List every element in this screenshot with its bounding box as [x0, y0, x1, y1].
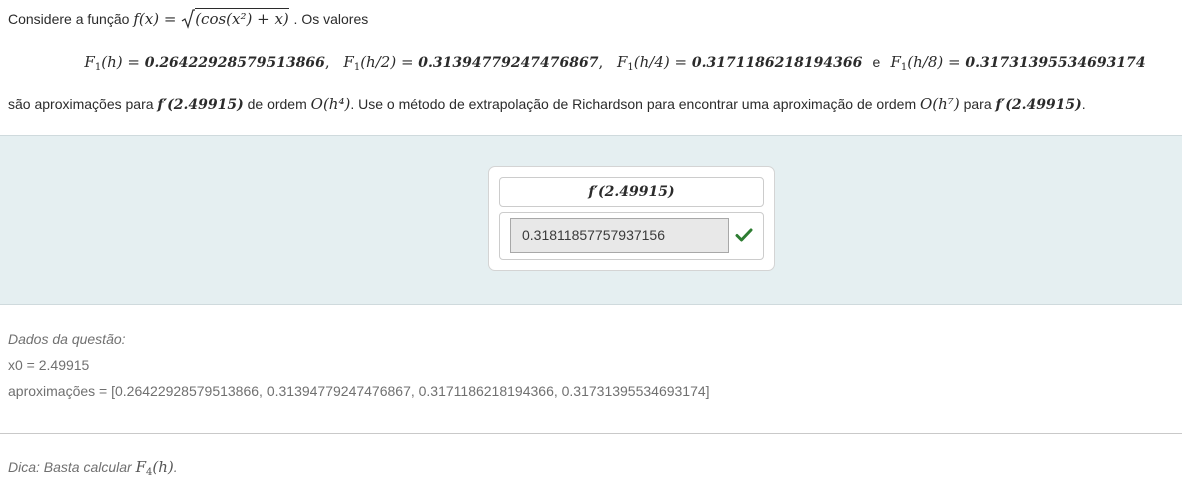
answer-label: f′(2.49915)	[499, 177, 764, 207]
sqrt-symbol	[181, 9, 196, 29]
approximation-values: F1(h) = 0.26422928579513866, F1(h/2) = 0…	[84, 53, 1146, 73]
answer-card: f′(2.49915) 0.31811857757937156	[488, 166, 775, 271]
question-intro: Considere a função f(x) = (cos(x²) + x) …	[8, 8, 369, 29]
question-data: Dados da questão: x0 = 2.49915 aproximaç…	[0, 318, 1182, 418]
answer-input[interactable]: 0.31811857757937156	[510, 218, 729, 253]
function-body: (cos(x²) + x)	[195, 8, 289, 28]
data-approximations: aproximações = [0.26422928579513866, 0.3…	[8, 383, 710, 399]
divider	[0, 433, 1182, 434]
intro-suffix: . Os valores	[293, 11, 369, 27]
approximation-item: F1(h/8) = 0.31731395534693174	[890, 53, 1146, 73]
data-title: Dados da questão:	[8, 331, 126, 347]
function-definition: f(x) = (cos(x²) + x)	[133, 8, 289, 29]
hint: Dica: Basta calcular F4(h).	[8, 458, 178, 478]
question-task: são aproximações para f′(2.49915) de ord…	[8, 95, 1086, 113]
approximation-item: F1(h) = 0.26422928579513866	[84, 53, 325, 73]
question-statement: Considere a função f(x) = (cos(x²) + x) …	[0, 0, 1182, 135]
approximation-item: F1(h/4) = 0.3171186218194366	[616, 53, 863, 73]
order-given: O(h⁴)	[310, 95, 351, 113]
derivative-expression: f′(2.49915)	[995, 97, 1082, 113]
data-x0: x0 = 2.49915	[8, 357, 90, 373]
hint-expression: F4(h)	[135, 458, 174, 478]
answer-input-container: 0.31811857757937156	[499, 212, 764, 260]
conjunction: e	[872, 54, 881, 70]
intro-prefix: Considere a função	[8, 11, 130, 27]
answer-section: f′(2.49915) 0.31811857757937156	[0, 135, 1182, 305]
derivative-expression: f′(2.49915)	[157, 97, 244, 113]
order-target: O(h⁷)	[920, 95, 960, 113]
check-icon	[735, 228, 753, 242]
approximation-item: F1(h/2) = 0.31394779247476867	[343, 53, 599, 73]
